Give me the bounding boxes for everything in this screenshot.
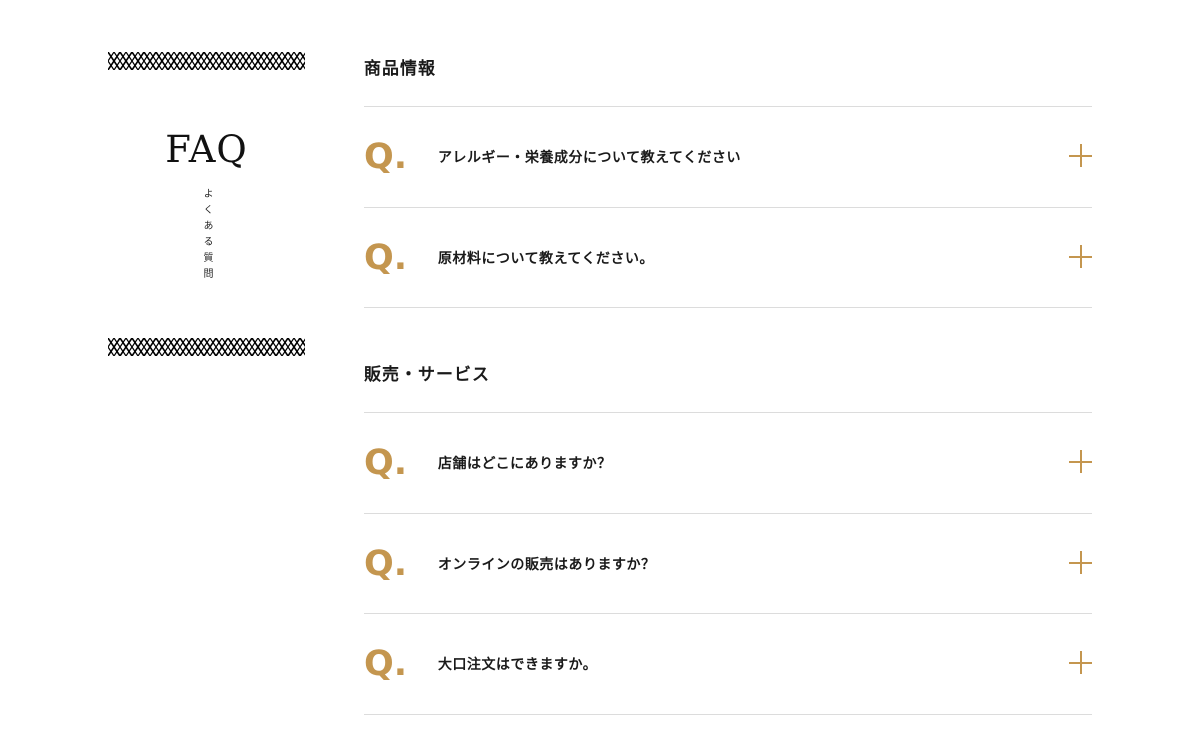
question-mark-label: Q.	[364, 544, 408, 584]
faq-item-allergy[interactable]: Q. アレルギー・栄養成分について教えてください	[364, 107, 1092, 207]
divider	[364, 307, 1092, 308]
divider	[364, 714, 1092, 715]
faq-subtitle: よくある質問	[201, 188, 212, 284]
lattice-ornament-top	[108, 52, 305, 70]
section-title-sales-service: 販売・サービス	[364, 365, 490, 385]
faq-item-bulk-order[interactable]: Q. 大口注文はできますか。	[364, 614, 1092, 714]
faq-title: FAQ	[165, 128, 248, 171]
plus-icon[interactable]	[1069, 144, 1092, 167]
question-text: 原材料について教えてください。	[438, 251, 654, 267]
question-mark-label: Q.	[364, 137, 408, 177]
faq-item-store-location[interactable]: Q. 店舗はどこにありますか？	[364, 413, 1092, 513]
lattice-ornament-bottom	[108, 338, 305, 356]
question-mark-label: Q.	[364, 443, 408, 483]
question-text: アレルギー・栄養成分について教えてください	[438, 150, 741, 166]
question-mark-label: Q.	[364, 644, 408, 684]
question-mark-label: Q.	[364, 238, 408, 278]
plus-icon[interactable]	[1069, 651, 1092, 674]
question-text: オンラインの販売はありますか？	[438, 557, 656, 573]
faq-item-ingredients[interactable]: Q. 原材料について教えてください。	[364, 208, 1092, 308]
plus-icon[interactable]	[1069, 551, 1092, 574]
faq-sidebar: FAQ よくある質問	[108, 52, 305, 356]
section-title-product-info: 商品情報	[364, 59, 436, 79]
faq-item-online-sales[interactable]: Q. オンラインの販売はありますか？	[364, 514, 1092, 614]
question-text: 店舗はどこにありますか？	[438, 456, 612, 472]
plus-icon[interactable]	[1069, 450, 1092, 473]
question-text: 大口注文はできますか。	[438, 657, 598, 673]
plus-icon[interactable]	[1069, 245, 1092, 268]
